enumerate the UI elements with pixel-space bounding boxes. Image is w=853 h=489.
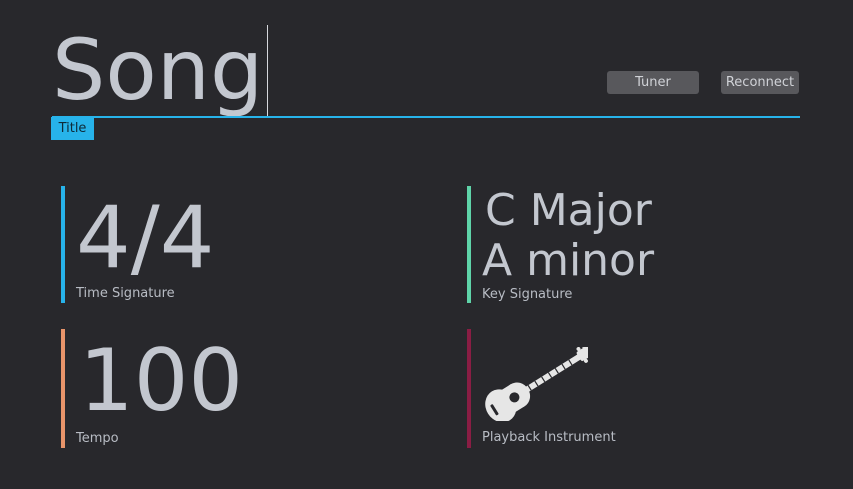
acoustic-guitar-icon xyxy=(485,347,588,421)
tuner-button[interactable]: Tuner xyxy=(607,71,699,94)
tempo-accent-bar xyxy=(61,329,65,448)
tempo-value: 100 xyxy=(79,331,244,431)
playback-instrument-tile[interactable]: Playback Instrument xyxy=(467,329,827,448)
key-signature-major: C Major xyxy=(485,185,652,236)
text-caret xyxy=(267,25,268,116)
time-signature-value: 4/4 xyxy=(76,188,215,288)
tempo-tile[interactable]: 100 Tempo xyxy=(61,329,421,448)
time-signature-tile[interactable]: 4/4 Time Signature xyxy=(61,186,421,303)
key-signature-minor: A minor xyxy=(482,235,655,286)
song-title-input[interactable]: Song xyxy=(52,22,263,118)
playback-instrument-label: Playback Instrument xyxy=(482,430,616,445)
title-field-label: Title xyxy=(51,117,94,140)
tempo-label: Tempo xyxy=(76,431,119,446)
title-underline xyxy=(52,116,800,118)
key-signature-tile[interactable]: C Major A minor Key Signature xyxy=(467,186,827,303)
time-signature-label: Time Signature xyxy=(76,286,175,301)
key-signature-accent-bar xyxy=(467,186,471,303)
playback-instrument-accent-bar xyxy=(467,329,471,448)
time-signature-accent-bar xyxy=(61,186,65,303)
reconnect-button[interactable]: Reconnect xyxy=(721,71,799,94)
key-signature-label: Key Signature xyxy=(482,287,573,302)
